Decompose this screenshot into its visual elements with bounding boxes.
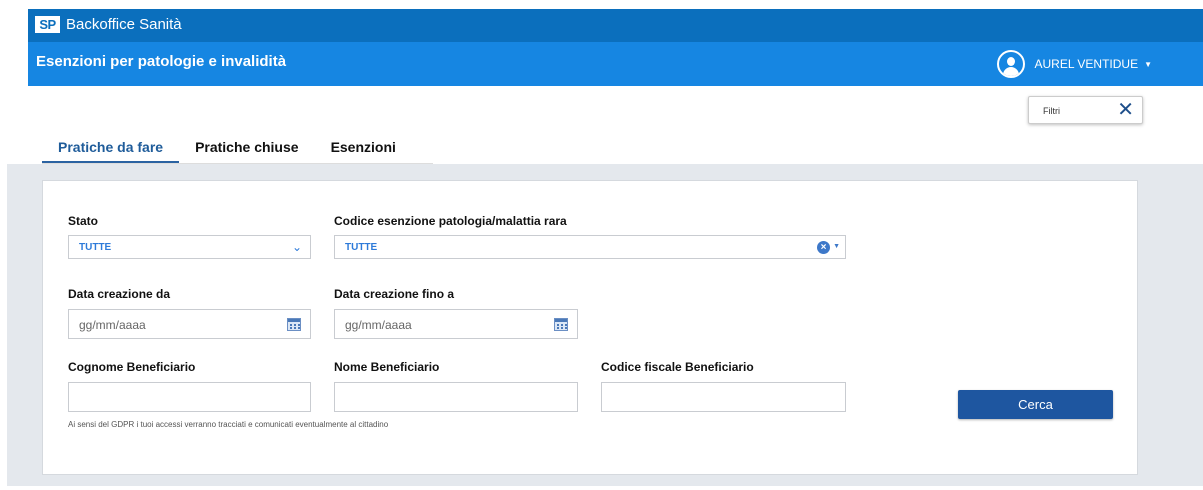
data-creazione-da-label: Data creazione da (68, 287, 171, 301)
gdpr-notice: Ai sensi del GDPR i tuoi accessi verrann… (68, 420, 389, 429)
user-name: AUREL VENTIDUE (1034, 57, 1139, 71)
calendar-icon[interactable] (287, 318, 301, 331)
data-creazione-fino-label: Data creazione fino a (334, 287, 455, 301)
page-header: Esenzioni per patologie e invalidità AUR… (28, 42, 1203, 86)
filters-chip[interactable]: Filtri ✕ (1028, 96, 1143, 124)
user-avatar-icon (996, 50, 1025, 78)
codice-fiscale-label: Codice fiscale Beneficiario (601, 360, 754, 374)
caret-down-icon: ▼ (833, 243, 840, 250)
tab-bar: Pratiche da fare Pratiche chiuse Esenzio… (42, 138, 412, 164)
nome-label: Nome Beneficiario (334, 360, 440, 374)
data-creazione-fino-placeholder: gg/mm/aaaa (345, 318, 412, 332)
calendar-icon[interactable] (554, 318, 568, 331)
close-icon[interactable]: ✕ (1117, 100, 1134, 120)
user-menu[interactable]: AUREL VENTIDUE ▼ (996, 50, 1152, 78)
app-title: Backoffice Sanità (66, 16, 182, 33)
nome-input[interactable] (334, 382, 578, 412)
codice-esenzione-label: Codice esenzione patologia/malattia rara (334, 214, 567, 228)
stato-select[interactable]: TUTTE ⌄ (68, 235, 311, 259)
cognome-label: Cognome Beneficiario (68, 360, 196, 374)
data-creazione-fino-input[interactable]: gg/mm/aaaa (334, 309, 578, 339)
stato-select-value: TUTTE (79, 242, 112, 253)
page-title: Esenzioni per patologie e invalidità (36, 53, 287, 70)
codice-fiscale-input[interactable] (601, 382, 846, 412)
tab-pratiche-chiuse[interactable]: Pratiche chiuse (179, 138, 315, 164)
data-creazione-da-placeholder: gg/mm/aaaa (79, 318, 146, 332)
tab-esenzioni[interactable]: Esenzioni (315, 138, 412, 164)
sp-logo: SP (35, 16, 60, 33)
stato-label: Stato (68, 214, 98, 228)
codice-esenzione-select[interactable]: TUTTE × ▼ (334, 235, 846, 259)
chevron-down-icon: ⌄ (291, 240, 302, 254)
data-creazione-da-input[interactable]: gg/mm/aaaa (68, 309, 311, 339)
search-button[interactable]: Cerca (958, 390, 1113, 419)
clear-selection-icon[interactable]: × (817, 241, 830, 254)
app-topbar: SP Backoffice Sanità (28, 9, 1203, 42)
filters-chip-label: Filtri (1043, 106, 1060, 116)
caret-down-icon: ▼ (1144, 59, 1152, 69)
codice-esenzione-value: TUTTE (345, 242, 378, 253)
cognome-input[interactable] (68, 382, 311, 412)
tab-pratiche-da-fare[interactable]: Pratiche da fare (42, 138, 180, 164)
